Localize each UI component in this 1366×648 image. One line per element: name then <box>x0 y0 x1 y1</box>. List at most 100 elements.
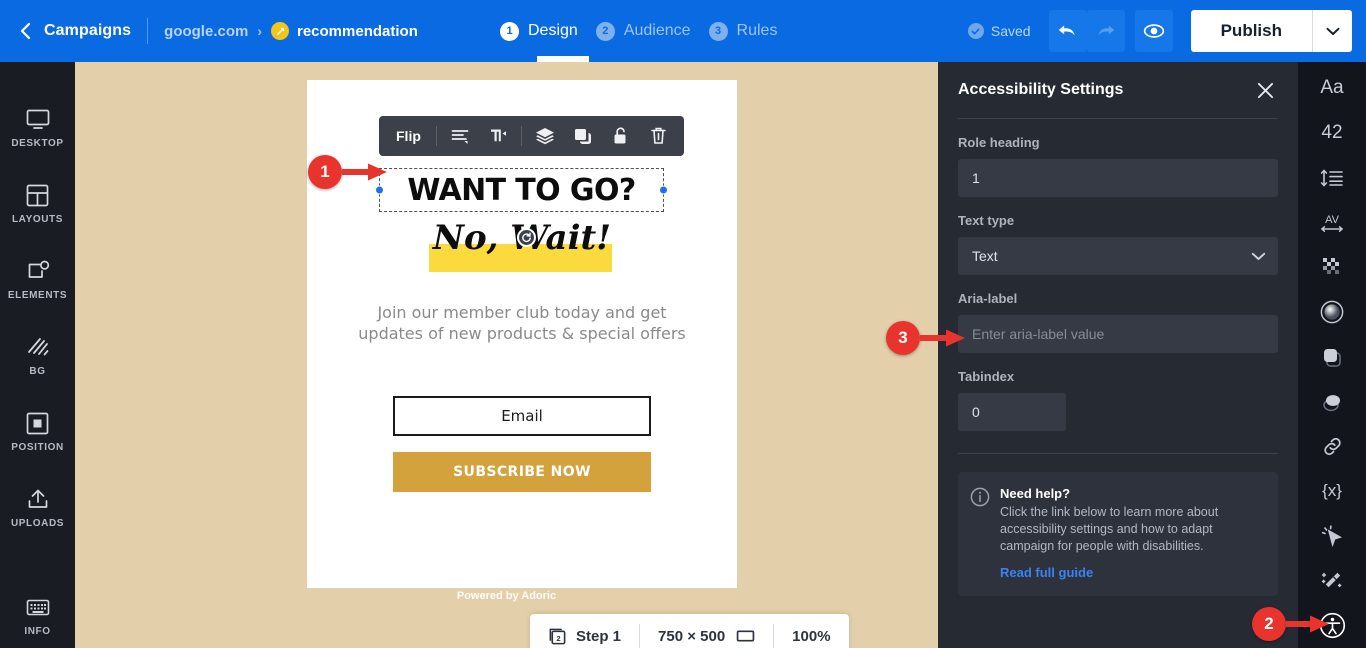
campaign-type-icon <box>271 22 289 40</box>
sidebar-item-info-label: INFO <box>24 626 51 637</box>
sidebar-item-desktop[interactable]: DESKTOP <box>0 106 75 149</box>
custom-variable-label: {x} <box>1322 481 1342 501</box>
keyboard-info-icon <box>26 594 50 620</box>
annotation-marker-2: 2 <box>1252 607 1332 641</box>
annotation-marker-1: 1 <box>308 155 390 189</box>
svg-text:AV: AV <box>1325 214 1340 226</box>
sidebar-item-elements[interactable]: ELEMENTS <box>0 258 75 301</box>
role-heading-label: Role heading <box>958 135 1040 150</box>
campaigns-link[interactable]: Campaigns <box>44 22 147 40</box>
font-family-icon[interactable]: Aa <box>1298 66 1366 111</box>
trash-icon[interactable] <box>640 116 678 156</box>
breadcrumb-campaign-group: google.com › recommendation <box>164 22 418 40</box>
toolbar-divider <box>435 126 437 146</box>
magic-wand-icon[interactable] <box>1298 558 1366 603</box>
toolbar-divider-2 <box>520 126 522 146</box>
tab-audience[interactable]: 2 Audience <box>595 21 691 41</box>
left-sidebar: DESKTOP LAYOUTS ELEMENTS BG POSITION UPL… <box>0 62 75 648</box>
heading-element-selected[interactable]: WANT TO GO? <box>375 168 668 212</box>
annotation-arrow-3 <box>920 329 965 347</box>
publish-button[interactable]: Publish <box>1191 10 1312 52</box>
field-role-heading: Role heading 1 <box>958 135 1278 197</box>
flip-button[interactable]: Flip <box>385 128 432 144</box>
tab-design[interactable]: 1 Design <box>500 21 578 41</box>
role-heading-input[interactable]: 1 <box>958 159 1278 197</box>
svg-text:2: 2 <box>556 633 560 642</box>
opacity-checker-icon[interactable] <box>1298 245 1366 290</box>
help-body: Click the link below to learn more about… <box>1000 505 1219 553</box>
element-toolbar: Flip <box>379 116 684 156</box>
panel-title: Accessibility Settings <box>958 81 1124 98</box>
resize-handle-right[interactable] <box>659 185 668 195</box>
text-direction-icon[interactable] <box>479 116 517 156</box>
annotation-badge-3: 3 <box>886 321 920 355</box>
rectangle-icon[interactable] <box>736 629 755 643</box>
shadow-circle-icon[interactable] <box>1298 290 1366 335</box>
wizard-steps: 1 Design 2 Audience 3 Rules <box>500 0 795 62</box>
breadcrumb-campaign-name[interactable]: recommendation <box>297 23 418 40</box>
chevron-left-icon[interactable] <box>14 20 36 42</box>
sidebar-item-position[interactable]: POSITION <box>0 410 75 453</box>
sidebar-item-layouts-label: LAYOUTS <box>11 214 64 225</box>
rounded-square-icon[interactable] <box>1298 335 1366 380</box>
line-height-icon[interactable] <box>1298 156 1366 201</box>
formatting-tool-rail: Aa 42 AV {x} <box>1298 62 1366 648</box>
step-number-1: 1 <box>500 21 519 41</box>
undo-arrow-icon[interactable] <box>1048 10 1087 52</box>
script-text-element[interactable]: No, Wait! <box>407 212 637 274</box>
annotation-badge-2: 2 <box>1252 607 1286 641</box>
aria-label-input[interactable]: Enter aria-label value <box>958 315 1278 353</box>
tab-rules[interactable]: 3 Rules <box>708 21 777 41</box>
close-icon[interactable] <box>1252 77 1278 103</box>
chevron-down-icon[interactable] <box>1312 10 1352 52</box>
sidebar-item-layouts[interactable]: LAYOUTS <box>0 182 75 225</box>
tabindex-label: Tabindex <box>958 369 1015 384</box>
aria-label-label: Aria-label <box>958 291 1018 306</box>
tab-audience-label: Audience <box>623 22 691 39</box>
accessibility-settings-panel: Accessibility Settings Role heading 1 Te… <box>938 62 1298 648</box>
font-family-label: Aa <box>1320 77 1344 99</box>
powered-by-label: Powered by Adoric <box>456 590 557 602</box>
design-canvas[interactable]: Flip WANT TO GO? No, Wait! Join our memb… <box>75 62 938 648</box>
canvas-status-bar: 2 Step 1 750 × 500 100% <box>530 614 849 648</box>
step-selector[interactable]: 2 Step 1 <box>530 614 639 648</box>
sidebar-item-uploads[interactable]: UPLOADS <box>0 486 75 529</box>
sidebar-item-bg[interactable]: BG <box>0 334 75 377</box>
breadcrumb-domain[interactable]: google.com <box>164 23 248 40</box>
tabindex-input[interactable]: 0 <box>958 393 1066 431</box>
redo-arrow-icon[interactable] <box>1086 10 1125 52</box>
rotate-handle-icon[interactable] <box>517 228 536 247</box>
panel-header: Accessibility Settings <box>958 62 1278 118</box>
check-circle-icon <box>967 23 984 39</box>
breadcrumb: Campaigns google.com › recommendation <box>0 0 418 62</box>
text-type-value: Text <box>972 248 998 264</box>
drop-shadow-icon[interactable] <box>1298 379 1366 424</box>
layers-icon[interactable] <box>526 116 564 156</box>
read-full-guide-link[interactable]: Read full guide <box>1000 565 1093 580</box>
text-type-select[interactable]: Text <box>958 237 1278 275</box>
align-icon[interactable] <box>441 116 479 156</box>
zoom-level[interactable]: 100% <box>774 614 848 648</box>
unlock-icon[interactable] <box>602 116 640 156</box>
sidebar-item-elements-label: ELEMENTS <box>7 290 68 301</box>
email-input-preview[interactable]: Email <box>393 396 651 436</box>
link-icon[interactable] <box>1298 424 1366 469</box>
canvas-dimensions[interactable]: 750 × 500 <box>640 614 773 648</box>
help-content: Need help? Click the link below to learn… <box>1000 486 1264 582</box>
subscribe-button-preview[interactable]: SUBSCRIBE NOW <box>393 452 651 492</box>
letter-spacing-icon[interactable]: AV <box>1298 200 1366 245</box>
status-badge-saved: Saved <box>967 23 1031 39</box>
help-callout: Need help? Click the link below to learn… <box>958 472 1278 596</box>
monitor-icon <box>26 106 50 132</box>
help-title: Need help? <box>1000 486 1071 501</box>
click-cursor-icon[interactable] <box>1298 514 1366 559</box>
field-tabindex: Tabindex 0 <box>958 369 1278 431</box>
duplicate-icon[interactable] <box>564 116 602 156</box>
custom-variable-icon[interactable]: {x} <box>1298 469 1366 514</box>
eye-icon[interactable] <box>1134 10 1173 52</box>
preview-group <box>1134 10 1173 52</box>
publish-group: Publish <box>1190 10 1352 52</box>
sidebar-item-info[interactable]: INFO <box>0 594 75 637</box>
font-size-icon[interactable]: 42 <box>1298 111 1366 156</box>
top-navigation-bar: Campaigns google.com › recommendation 1 … <box>0 0 1366 62</box>
